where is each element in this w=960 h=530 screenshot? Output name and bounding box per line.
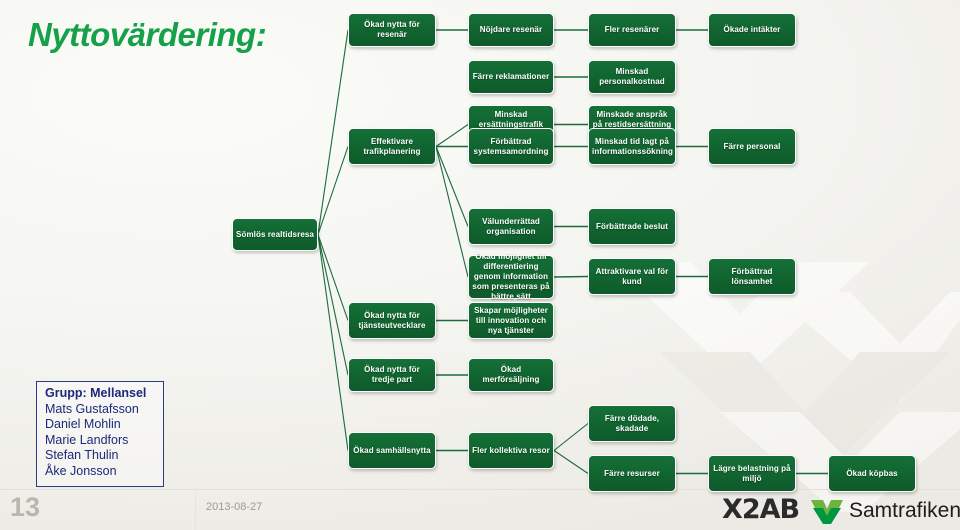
diagram-node-fler_resenarer: Fler resenärer [588,13,676,47]
diagram-node-farre_personal: Färre personal [708,128,796,165]
connector-somlos-to-okad_resenar [317,29,349,235]
group-header: Grupp: Mellansel [45,386,147,400]
diagram-node-okad_resenar: Ökad nytta för resenär [348,13,436,47]
group-member: Marie Landfors [45,432,129,447]
diagram-node-okad_samhall: Ökad samhällsnytta [348,432,436,469]
group-member: Åke Jonsson [45,463,117,478]
diagram-node-label: Färre reklamationer [472,72,550,81]
diagram-node-label: Attraktivare val för kund [595,266,669,286]
x2ab-logo: X2AB [722,494,800,525]
diagram-node-label: Färre resurser [604,468,660,478]
connector-somlos-to-effektivare [317,146,349,235]
diagram-node-label: Förbättrad lönsamhet [731,266,773,286]
diagram-node-attraktivare: Attraktivare val för kund [588,258,676,295]
diagram-node-farre_resurser: Färre resurser [588,455,676,492]
slide-canvas: Nyttovärdering: Sömlös realtidsresa Ökad … [0,0,960,530]
diagram-node-label: Skapar möjligheter till innovation och n… [474,305,548,335]
diagram-node-label: Välunderrättad organisation [482,216,540,236]
connector-fler_koll-to-farre_dodade [553,423,589,451]
diagram-node-fler_koll: Fler kollektiva resor [468,432,554,469]
samtrafiken-checkmark-icon [810,497,844,529]
diagram-node-okad_tredje: Ökad nytta för tredje part [348,358,436,392]
diagram-node-nojdare: Nöjdare resenär [468,13,554,47]
diagram-node-label: Färre dödade, skadade [604,413,660,433]
diagram-node-lagre_bel: Lägre belastning på miljö [708,455,796,492]
diagram-node-label: Minskad tid lagt på informationssökning [592,136,674,156]
diagram-node-label: Fler kollektiva resor [472,445,550,455]
diagram-node-okade_intakter: Ökade intäkter [708,13,796,47]
connector-effektivare-to-minskad_ers [435,124,469,147]
diagram-node-forbattrad_sys: Förbättrad systemsamordning [468,128,554,165]
diagram-node-label: Förbättrad systemsamordning [473,136,549,156]
diagram-node-forbattrade_be: Förbättrade beslut [588,208,676,245]
diagram-node-valunderrattad: Välunderrättad organisation [468,208,554,245]
group-member: Mats Gustafsson [45,401,139,416]
diagram-node-label: Ökad samhällsnytta [353,445,431,455]
diagram-node-label: Effektivare trafikplanering [363,136,421,156]
diagram-node-minskad_pers: Minskad personalkostnad [588,60,676,94]
diagram-node-forbattrad_lon: Förbättrad lönsamhet [708,258,796,295]
footer-date: 2013-08-27 [206,501,263,513]
diagram-node-label: Ökad nytta för tredje part [364,365,420,384]
diagram-node-label: Lägre belastning på miljö [713,463,791,483]
connector-somlos-to-okad_tjanst [317,234,349,321]
diagram-node-label: Ökade intäkter [723,25,781,34]
diagram-node-label: Ökad nytta för tjänsteutvecklare [358,310,426,330]
diagram-node-label: Minskad personalkostnad [599,67,665,86]
diagram-node-label: Fler resenärer [604,25,660,34]
diagram-node-label: Ökad köpbas [846,468,898,478]
group-member-box: Grupp: Mellansel Mats Gustafsson Daniel … [36,381,164,487]
connector-fler_koll-to-farre_resurser [553,450,589,474]
page-number: 13 [10,492,41,522]
diagram-node-label: Ökad nytta för resenär [364,20,420,39]
diagram-node-label: Ökad merförsäljning [482,365,540,384]
connector-okad_mojlighet-to-attraktivare [553,275,589,278]
connector-effektivare-to-valunderrattad [435,146,469,227]
connector-somlos-to-okad_samhall [317,234,349,451]
diagram-node-effektivare: Effektivare trafikplanering [348,128,436,165]
diagram-node-label: Förbättrade beslut [595,221,669,231]
diagram-node-label: Färre personal [723,141,781,151]
connector-effektivare-to-okad_mojlighet [435,146,469,278]
diagram-node-okad_merfors: Ökad merförsäljning [468,358,554,392]
diagram-node-somlos: Sömlös realtidsresa [232,218,318,251]
group-member: Daniel Mohlin [45,417,121,432]
diagram-node-label: Sömlös realtidsresa [236,229,314,239]
group-member: Stefan Thulin [45,448,119,463]
diagram-node-skapar_mojl: Skapar möjligheter till innovation och n… [468,302,554,339]
diagram-node-farre_dodade: Färre dödade, skadade [588,405,676,442]
connector-somlos-to-okad_tredje [317,234,349,376]
diagram-node-minskad_tid: Minskad tid lagt på informationssökning [588,128,676,165]
diagram-node-okad_kopbas: Ökad köpbas [828,455,916,492]
diagram-node-label: Nöjdare resenär [479,25,543,34]
diagram-node-okad_mojlighet: Ökad möjlighet till differentiering geno… [468,252,554,301]
diagram-node-label: Ökad möjlighet till differentiering geno… [472,252,550,301]
diagram-node-okad_tjanst: Ökad nytta för tjänsteutvecklare [348,302,436,339]
samtrafiken-wordmark: Samtrafiken [849,499,960,522]
diagram-node-farre_reklam: Färre reklamationer [468,60,554,94]
